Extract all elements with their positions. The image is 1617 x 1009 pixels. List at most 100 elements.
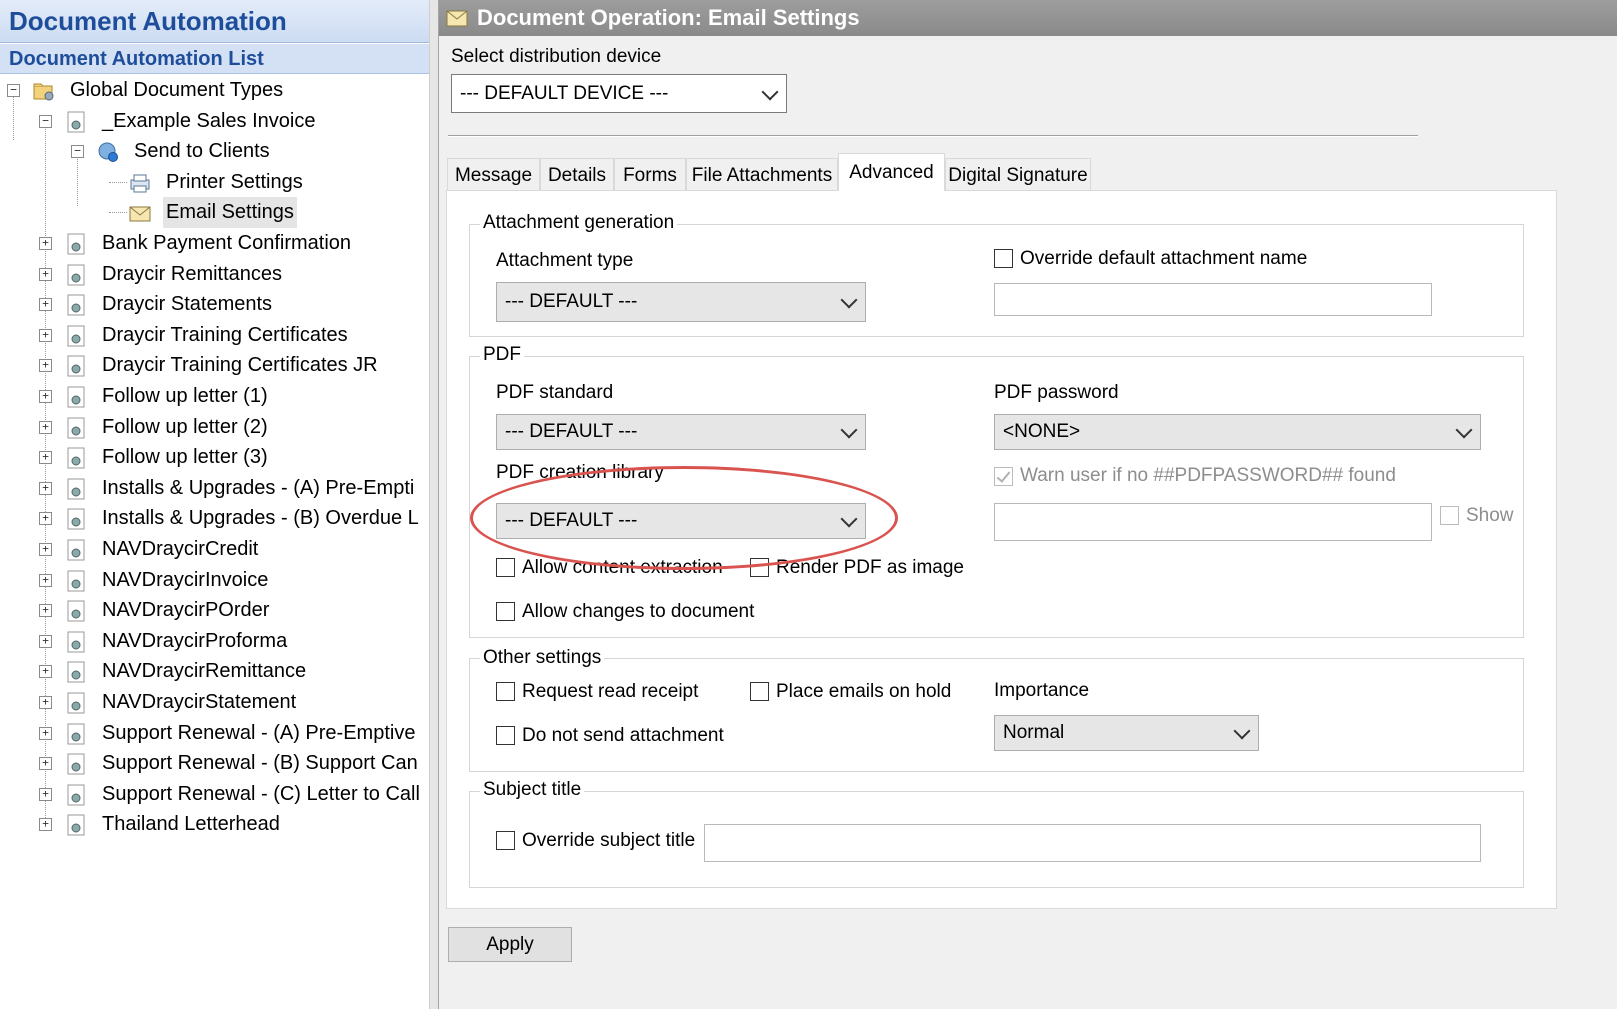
separator-line [448,135,1418,137]
tree-item-label: Follow up letter (3) [102,446,268,468]
tree-item[interactable]: Printer Settings [0,167,431,198]
chevron-down-icon [840,291,858,309]
tree-item[interactable]: + Draycir Statements [0,289,431,320]
collapse-icon[interactable]: − [71,145,84,158]
expand-icon[interactable]: + [39,298,52,311]
tree-item[interactable]: Email Settings [0,197,431,228]
tree-item-label: NAVDraycirPOrder [102,599,270,621]
expand-icon[interactable]: + [39,818,52,831]
pdf-password-select[interactable]: <NONE> [994,414,1481,450]
printer-icon [130,174,150,193]
pdf-group-title: PDF [480,344,524,366]
subject-title-input[interactable] [704,824,1481,862]
collapse-icon[interactable]: − [39,115,52,128]
expand-icon[interactable]: + [39,665,52,678]
tree-item[interactable]: + NAVDraycirInvoice [0,565,431,596]
expand-icon[interactable]: + [39,635,52,648]
pdf-password-input[interactable] [994,503,1432,541]
tree-item[interactable]: − Global Document Types [0,75,431,106]
tree-item[interactable]: − _Example Sales Invoice [0,106,431,137]
tree-item[interactable]: + Support Renewal - (A) Pre-Emptive [0,718,431,749]
chevron-down-icon [840,421,858,439]
expand-icon[interactable]: + [39,421,52,434]
expand-icon[interactable]: + [39,329,52,342]
expand-icon[interactable]: + [39,757,52,770]
expand-icon[interactable]: + [39,482,52,495]
show-password-checkbox[interactable] [1440,506,1459,525]
expand-icon[interactable]: + [39,451,52,464]
tree-item[interactable]: + Thailand Letterhead [0,809,431,840]
allow-changes-checkbox[interactable] [496,602,515,621]
tab-file-attachments[interactable]: File Attachments [686,158,838,191]
tree-item[interactable]: + Installs & Upgrades - (B) Overdue L [0,503,431,534]
tree-item[interactable]: + Draycir Training Certificates JR [0,350,431,381]
collapse-icon[interactable]: − [7,84,20,97]
pdf-password-label: PDF password [994,382,1119,403]
importance-select[interactable]: Normal [994,715,1259,751]
warn-no-password-checkbox[interactable] [994,467,1013,486]
override-subject-title-checkbox[interactable] [496,831,515,850]
tree-item[interactable]: + Follow up letter (1) [0,381,431,412]
pdf-standard-select[interactable]: --- DEFAULT --- [496,414,866,450]
override-attachment-name-checkbox[interactable] [994,249,1013,268]
tree-item-label: Support Renewal - (C) Letter to Call [102,783,420,805]
distribution-device-label: Select distribution device [451,46,662,67]
expand-icon[interactable]: + [39,604,52,617]
tree-item[interactable]: + Draycir Remittances [0,259,431,290]
tree-item[interactable]: + NAVDraycirPOrder [0,595,431,626]
tree-item-label: NAVDraycirRemittance [102,660,307,682]
tree-item[interactable]: + NAVDraycirRemittance [0,656,431,687]
tab-message[interactable]: Message [447,158,540,191]
tab-advanced[interactable]: Advanced [838,153,945,191]
tree-item-label: NAVDraycirStatement [102,691,297,713]
apply-button[interactable]: Apply [448,927,572,962]
expand-icon[interactable]: + [39,727,52,740]
expand-icon[interactable]: + [39,359,52,372]
tree-item[interactable]: + NAVDraycirCredit [0,534,431,565]
distribution-device-select[interactable]: --- DEFAULT DEVICE --- [451,74,787,113]
tree-item[interactable]: + Bank Payment Confirmation [0,228,431,259]
tab-details[interactable]: Details [540,158,614,191]
attachment-type-select[interactable]: --- DEFAULT --- [496,282,866,322]
expand-icon[interactable]: + [39,237,52,250]
tree-item-label: Installs & Upgrades - (A) Pre-Empti [102,477,415,499]
tree-item[interactable]: − Send to Clients [0,136,431,167]
expand-icon[interactable]: + [39,574,52,587]
tab-digital-signature[interactable]: Digital Signature [945,158,1091,191]
document-tree[interactable]: − Global Document Types − _Example Sales In… [0,75,431,1009]
expand-icon[interactable]: + [39,543,52,556]
tree-item[interactable]: + Follow up letter (2) [0,412,431,443]
attachment-name-input[interactable] [994,283,1432,316]
document-gear-icon [67,539,85,561]
tree-item[interactable]: + Follow up letter (3) [0,442,431,473]
tree-item-label: Draycir Training Certificates [102,324,348,346]
allow-content-extraction-label: Allow content extraction [522,557,723,578]
expand-icon[interactable]: + [39,268,52,281]
tree-item-label: Support Renewal - (A) Pre-Emptive [102,722,416,744]
place-emails-on-hold-checkbox[interactable] [750,682,769,701]
tree-item[interactable]: + Draycir Training Certificates [0,320,431,351]
document-gear-icon [67,447,85,469]
tab-forms[interactable]: Forms [614,158,686,191]
expand-icon[interactable]: + [39,788,52,801]
render-pdf-as-image-checkbox[interactable] [750,558,769,577]
expand-icon[interactable]: + [39,696,52,709]
tree-item-label: Follow up letter (1) [102,385,268,407]
tree-item[interactable]: + Support Renewal - (B) Support Can [0,748,431,779]
do-not-send-attachment-checkbox[interactable] [496,726,515,745]
pane-splitter[interactable] [429,0,439,1009]
document-gear-icon [67,784,85,806]
tree-connector [109,182,127,183]
envelope-icon [129,206,151,222]
pdf-creation-library-select[interactable]: --- DEFAULT --- [496,503,866,539]
expand-icon[interactable]: + [39,390,52,403]
tree-item[interactable]: + Installs & Upgrades - (A) Pre-Empti [0,473,431,504]
expand-icon[interactable]: + [39,512,52,525]
tree-item[interactable]: + NAVDraycirStatement [0,687,431,718]
tree-item[interactable]: + NAVDraycirProforma [0,626,431,657]
tree-item[interactable]: + Support Renewal - (C) Letter to Call [0,779,431,810]
importance-label: Importance [994,680,1090,701]
request-read-receipt-checkbox[interactable] [496,682,515,701]
document-gear-icon [67,600,85,622]
allow-content-extraction-checkbox[interactable] [496,558,515,577]
